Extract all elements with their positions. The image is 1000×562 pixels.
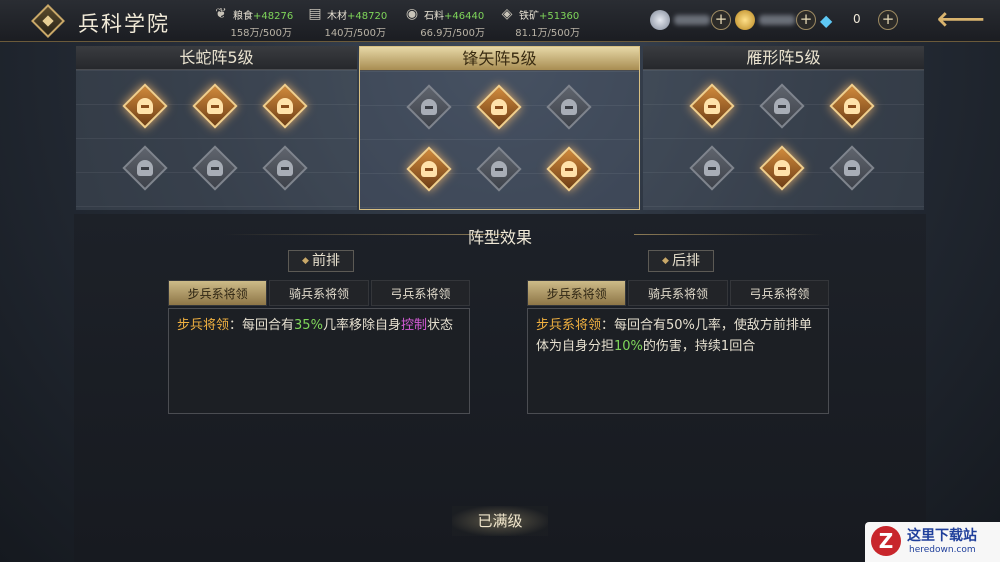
helmet-icon (704, 98, 720, 114)
silver-amount-obscured (674, 15, 710, 25)
back-row-label: ◆ 后排 (648, 250, 714, 272)
formation-panel-changshe[interactable]: 长蛇阵5级 (76, 46, 357, 210)
formation-grid (643, 70, 924, 210)
formation-panel-yanxing[interactable]: 雁形阵5级 (643, 46, 924, 210)
wood-icon: ▤ (308, 6, 322, 22)
silver-coin-icon (650, 10, 670, 30)
max-level-button[interactable]: 已满级 (452, 506, 548, 536)
currency-bar: + + ◆ 0 + (650, 10, 900, 32)
formation-slot-front-2 (476, 84, 522, 130)
diamond-bullet-icon: ◆ (302, 256, 309, 266)
formation-slot-back-3 (829, 145, 875, 191)
iron-icon: ◈ (501, 6, 513, 22)
back-effect-description: 步兵系将领：每回合有50%几率，使敌方前排单体为自身分担10%的伤害，持续1回合 (527, 308, 829, 414)
front-tabs: 步兵系将领 骑兵系将领 弓兵系将领 (168, 280, 470, 306)
gem-count: 0 (853, 12, 861, 26)
helmet-icon (491, 161, 507, 177)
helmet-icon (561, 161, 577, 177)
formation-effects-section: 阵型效果 ◆ 前排 步兵系将领 骑兵系将领 弓兵系将领 步兵将领：每回合有35%几… (74, 214, 926, 562)
tab-back-infantry[interactable]: 步兵系将领 (527, 280, 627, 306)
formation-slot-back-3 (262, 145, 308, 191)
formation-slot-front-2 (192, 83, 238, 129)
front-effect-description: 步兵将领：每回合有35%几率移除自身控制状态 (168, 308, 470, 414)
formation-slot-front-1 (689, 83, 735, 129)
formation-title: 长蛇阵5级 (76, 46, 357, 70)
add-silver-button[interactable]: + (711, 10, 731, 30)
helmet-icon (844, 98, 860, 114)
back-arrow-icon[interactable]: ⟵ (936, 2, 986, 38)
top-bar: 兵科学院 ❦ 粮食+48276 158万/500万 ▤ 木材+48720 140… (0, 0, 1000, 42)
formation-slot-back-1 (122, 145, 168, 191)
helmet-icon (137, 160, 153, 176)
grain-icon: ❦ (215, 6, 227, 22)
tab-back-cavalry[interactable]: 骑兵系将领 (628, 280, 728, 306)
tab-front-cavalry[interactable]: 骑兵系将领 (269, 280, 369, 306)
formation-slot-front-1 (122, 83, 168, 129)
diamond-icon: ◆ (820, 11, 833, 30)
formation-slot-front-3 (829, 83, 875, 129)
formation-slot-back-2 (476, 146, 522, 192)
formation-slot-back-1 (689, 145, 735, 191)
helmet-icon (561, 99, 577, 115)
formation-slot-back-3 (546, 146, 592, 192)
helmet-icon (491, 99, 507, 115)
effects-title: 阵型效果 (467, 228, 532, 247)
helmet-icon (774, 98, 790, 114)
diamond-bullet-icon: ◆ (662, 256, 669, 266)
gold-amount-obscured (759, 15, 795, 25)
watermark-url: heredown.com (909, 545, 976, 555)
add-gold-button[interactable]: + (796, 10, 816, 30)
helmet-icon (137, 98, 153, 114)
formation-slot-front-3 (262, 83, 308, 129)
helmet-icon (277, 160, 293, 176)
back-tabs: 步兵系将领 骑兵系将领 弓兵系将领 (527, 280, 829, 306)
resource-iron[interactable]: ◈ 铁矿+51360 81.1万/500万 (498, 4, 580, 40)
tab-front-infantry[interactable]: 步兵系将领 (168, 280, 268, 306)
formation-title: 锋矢阵5级 (360, 47, 639, 71)
formation-slot-front-2 (759, 83, 805, 129)
add-gem-button[interactable]: + (878, 10, 898, 30)
watermark-logo-icon: Z (871, 526, 901, 556)
helmet-icon (277, 98, 293, 114)
formation-slot-back-2 (759, 145, 805, 191)
formation-slot-back-1 (406, 146, 452, 192)
formation-panel-fengshi[interactable]: 锋矢阵5级 (359, 46, 640, 211)
helmet-icon (774, 160, 790, 176)
helmet-icon (844, 160, 860, 176)
helmet-icon (421, 161, 437, 177)
resource-grain[interactable]: ❦ 粮食+48276 158万/500万 (212, 4, 293, 40)
formation-grid (76, 70, 357, 210)
formation-title: 雁形阵5级 (643, 46, 924, 70)
site-watermark: Z 这里下载站 heredown.com (865, 522, 1000, 562)
helmet-icon (207, 160, 223, 176)
tab-front-archer[interactable]: 弓兵系将领 (370, 280, 470, 306)
resource-wood[interactable]: ▤ 木材+48720 140万/500万 (306, 4, 387, 40)
stone-icon: ◉ (405, 6, 419, 22)
tab-back-archer[interactable]: 弓兵系将领 (729, 280, 829, 306)
helmet-icon (207, 98, 223, 114)
formation-slot-back-2 (192, 145, 238, 191)
formation-slot-front-1 (406, 84, 452, 130)
page-title: 兵科学院 (78, 12, 170, 36)
helmet-icon (704, 160, 720, 176)
front-row-label: ◆ 前排 (288, 250, 354, 272)
academy-emblem-icon (31, 4, 65, 38)
resource-stone[interactable]: ◉ 石料+46440 66.9万/500万 (403, 4, 485, 40)
gold-coin-icon (735, 10, 755, 30)
helmet-icon (421, 99, 437, 115)
formation-grid (360, 71, 639, 211)
formation-slot-front-3 (546, 84, 592, 130)
watermark-title: 这里下载站 (907, 528, 977, 544)
